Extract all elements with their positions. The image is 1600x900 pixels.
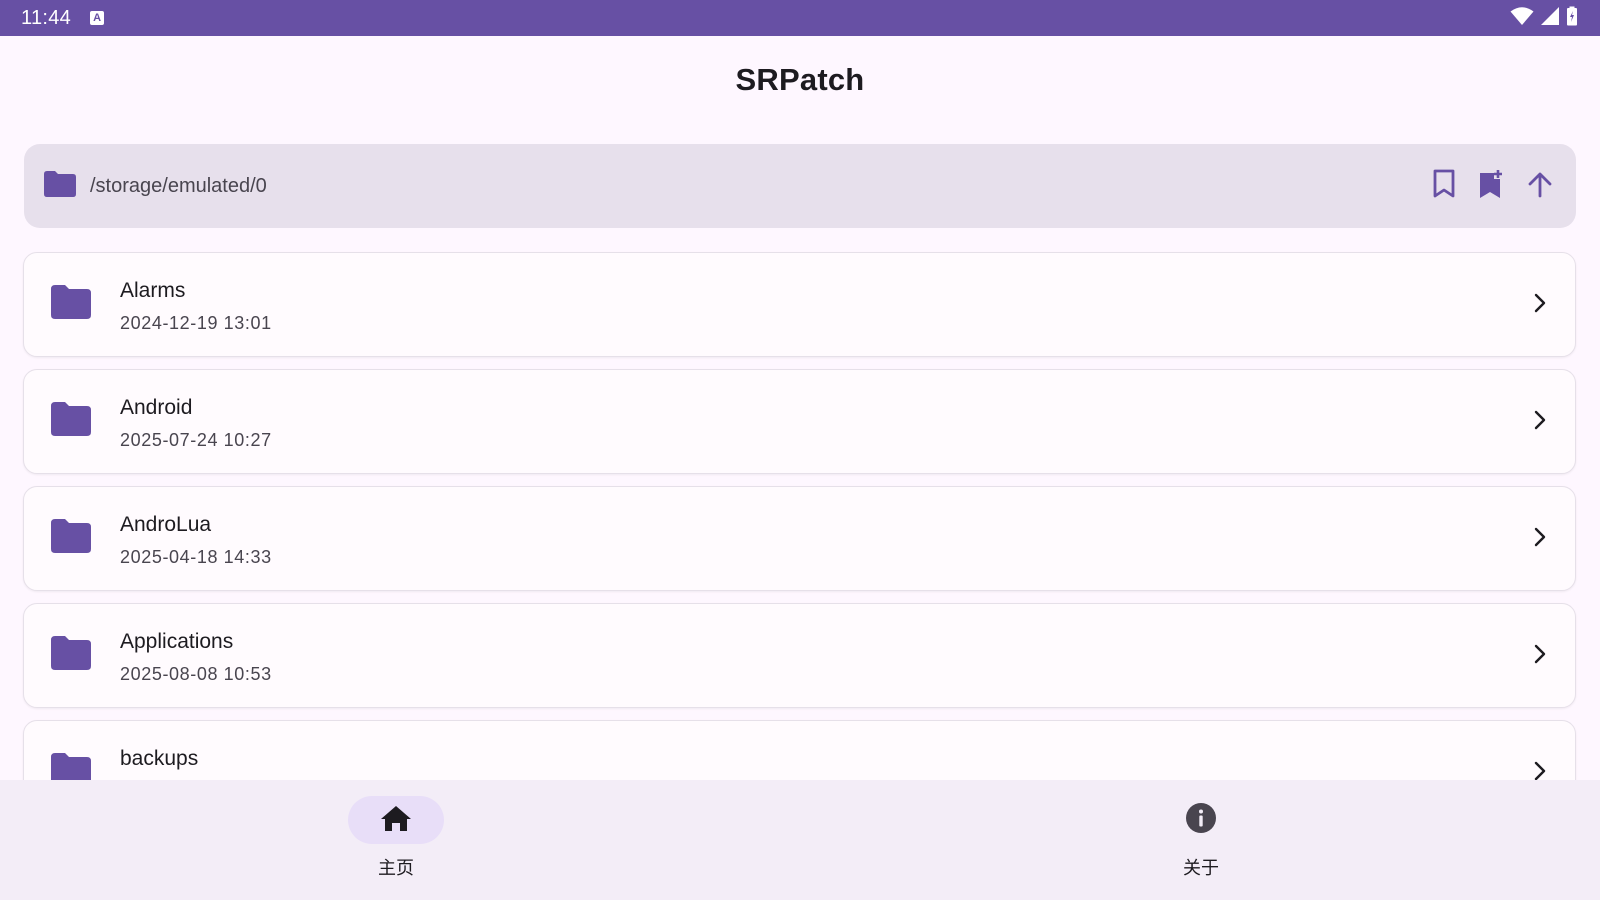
nav-indicator: [1153, 796, 1249, 844]
nav-active-indicator: [348, 796, 444, 844]
chevron-right-icon: [1533, 761, 1547, 780]
list-item-alarms[interactable]: Alarms 2024-12-19 13:01: [23, 252, 1576, 357]
file-name: Applications: [120, 630, 234, 653]
app-title: SRPatch: [735, 62, 865, 97]
nav-label-home: 主页: [378, 858, 414, 878]
file-date: 2025-08-08 10:53: [120, 664, 272, 684]
bookmark-icon: [1432, 169, 1456, 204]
file-date: 2025-04-18 14:33: [120, 547, 272, 567]
folder-icon: [51, 402, 91, 441]
file-name: Android: [120, 396, 193, 419]
signal-icon: [1540, 6, 1560, 31]
file-name: AndroLua: [120, 513, 212, 536]
nav-item-home[interactable]: 主页: [296, 796, 496, 880]
bottom-navigation: 主页 关于: [0, 780, 1600, 900]
status-time: 11:44: [21, 6, 72, 29]
info-icon: [1185, 802, 1217, 839]
folder-icon: [51, 753, 91, 780]
file-date: 2025-07-24 10:27: [120, 430, 272, 450]
file-name: backups: [120, 747, 199, 770]
keyboard-indicator-icon: A: [90, 11, 105, 25]
chevron-right-icon: [1533, 293, 1547, 318]
folder-icon: [51, 285, 91, 324]
nav-label-about: 关于: [1183, 858, 1219, 878]
folder-icon: [51, 519, 91, 558]
add-bookmark-button[interactable]: [1476, 169, 1508, 204]
arrow-up-icon: [1526, 170, 1554, 203]
parent-directory-button[interactable]: [1524, 170, 1556, 202]
list-item-android[interactable]: Android 2025-07-24 10:27: [23, 369, 1576, 474]
chevron-right-icon: [1533, 527, 1547, 552]
file-list: Alarms 2024-12-19 13:01 Android 2025-07-…: [0, 250, 1600, 780]
battery-icon: [1566, 6, 1578, 31]
home-icon: [380, 804, 412, 837]
current-path: /storage/emulated/0: [90, 174, 267, 197]
list-item-androlua[interactable]: AndroLua 2025-04-18 14:33: [23, 486, 1576, 591]
list-item-backups[interactable]: backups: [23, 720, 1576, 780]
status-bar: 11:44 A: [0, 0, 1600, 36]
chevron-right-icon: [1533, 644, 1547, 669]
file-name: Alarms: [120, 279, 186, 302]
bookmark-add-icon: [1478, 169, 1506, 204]
nav-item-about[interactable]: 关于: [1101, 796, 1301, 880]
folder-icon: [51, 636, 91, 675]
folder-icon: [44, 170, 76, 202]
list-item-applications[interactable]: Applications 2025-08-08 10:53: [23, 603, 1576, 708]
bookmarks-button[interactable]: [1428, 169, 1460, 204]
wifi-icon: [1510, 6, 1534, 31]
file-date: 2024-12-19 13:01: [120, 313, 272, 333]
chevron-right-icon: [1533, 410, 1547, 435]
path-bar: /storage/emulated/0: [24, 144, 1576, 228]
